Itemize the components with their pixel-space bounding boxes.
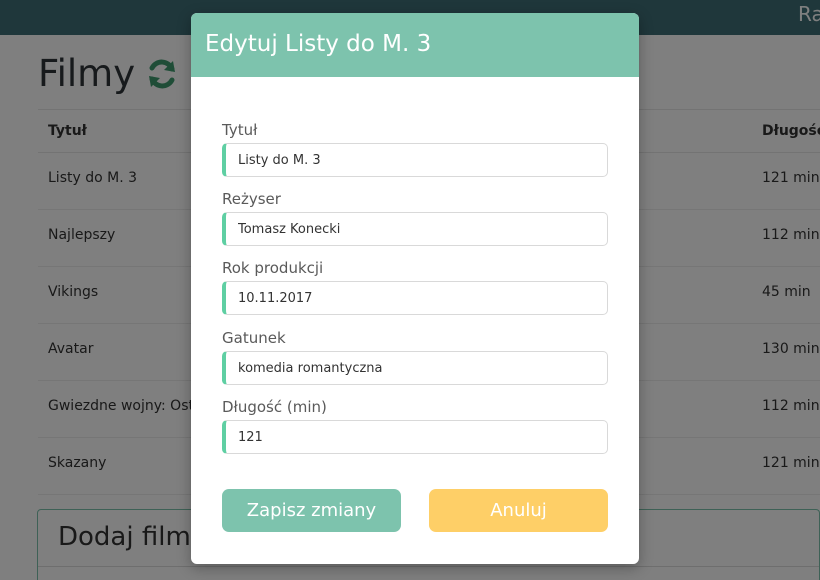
- length-label: Długość (min): [222, 398, 327, 416]
- field-year: Rok produkcji: [222, 259, 608, 315]
- year-input[interactable]: [222, 281, 608, 315]
- field-director: Reżyser: [222, 190, 608, 246]
- genre-label: Gatunek: [222, 329, 286, 347]
- modal-title: Edytuj Listy do M. 3: [205, 31, 432, 57]
- title-input[interactable]: [222, 143, 608, 177]
- edit-movie-modal: Edytuj Listy do M. 3 Tytuł Reżyser Rok p…: [191, 13, 639, 564]
- modal-header: Edytuj Listy do M. 3: [191, 13, 639, 77]
- field-length: Długość (min): [222, 398, 608, 454]
- title-label: Tytuł: [222, 121, 258, 139]
- field-title: Tytuł: [222, 121, 608, 177]
- field-genre: Gatunek: [222, 329, 608, 385]
- cancel-button[interactable]: Anuluj: [429, 489, 608, 532]
- director-input[interactable]: [222, 212, 608, 246]
- save-changes-button[interactable]: Zapisz zmiany: [222, 489, 401, 532]
- year-label: Rok produkcji: [222, 259, 324, 277]
- length-input[interactable]: [222, 420, 608, 454]
- director-label: Reżyser: [222, 190, 281, 208]
- genre-input[interactable]: [222, 351, 608, 385]
